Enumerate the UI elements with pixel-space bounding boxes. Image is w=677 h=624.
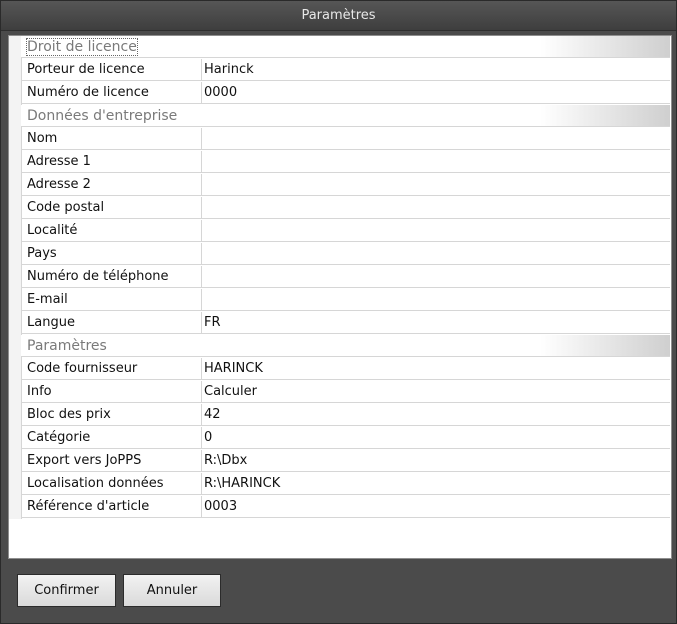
column-divider xyxy=(201,243,202,265)
column-divider xyxy=(201,197,202,219)
column-divider xyxy=(201,358,202,380)
property-value[interactable]: 0 xyxy=(204,430,212,445)
property-row-language[interactable]: Langue FR xyxy=(21,312,670,334)
column-divider xyxy=(201,289,202,311)
section-header-license[interactable]: Droit de licence xyxy=(21,36,670,58)
property-label: Localité xyxy=(27,223,78,238)
column-divider xyxy=(201,59,202,81)
property-row-address1[interactable]: Adresse 1 xyxy=(21,151,670,173)
property-label: Porteur de licence xyxy=(27,62,145,77)
property-row-license-holder[interactable]: Porteur de licence Harinck xyxy=(21,59,670,81)
cancel-button[interactable]: Annuler xyxy=(123,574,221,607)
property-label: Localisation données xyxy=(27,476,164,491)
confirm-button[interactable]: Confirmer xyxy=(17,574,116,607)
property-row-export-jopps[interactable]: Export vers JoPPS R:\Dbx xyxy=(21,450,670,472)
section-header-settings[interactable]: Paramètres xyxy=(21,335,670,357)
property-row-article-reference[interactable]: Référence d'article 0003 xyxy=(21,496,670,518)
property-value[interactable]: R:\Dbx xyxy=(204,453,247,468)
property-value[interactable]: 0000 xyxy=(204,85,237,100)
property-label: Info xyxy=(27,384,52,399)
property-row-license-number[interactable]: Numéro de licence 0000 xyxy=(21,82,670,104)
column-divider xyxy=(201,266,202,288)
column-divider xyxy=(201,82,202,104)
property-row-supplier-code[interactable]: Code fournisseur HARINCK xyxy=(21,358,670,380)
column-divider xyxy=(201,450,202,472)
property-row-phone[interactable]: Numéro de téléphone xyxy=(21,266,670,288)
property-label: Numéro de licence xyxy=(27,85,149,100)
property-label: Nom xyxy=(27,131,58,146)
property-row-price-block[interactable]: Bloc des prix 42 xyxy=(21,404,670,426)
property-label: Numéro de téléphone xyxy=(27,269,169,284)
column-divider xyxy=(201,128,202,150)
property-label: Référence d'article xyxy=(27,499,150,514)
property-row-locality[interactable]: Localité xyxy=(21,220,670,242)
property-label: Bloc des prix xyxy=(27,407,111,422)
property-value[interactable]: HARINCK xyxy=(204,361,263,376)
column-divider xyxy=(201,496,202,518)
section-title: Données d'entreprise xyxy=(27,108,178,124)
property-label: Adresse 1 xyxy=(27,154,91,169)
property-value[interactable]: 42 xyxy=(204,407,221,422)
property-row-address2[interactable]: Adresse 2 xyxy=(21,174,670,196)
settings-dialog: Paramètres Droit de licence Porteur de l… xyxy=(0,0,677,624)
column-divider xyxy=(201,174,202,196)
property-row-category[interactable]: Catégorie 0 xyxy=(21,427,670,449)
section-title: Paramètres xyxy=(27,338,107,354)
property-label: Catégorie xyxy=(27,430,91,445)
property-row-postal-code[interactable]: Code postal xyxy=(21,197,670,219)
property-value[interactable]: Harinck xyxy=(204,62,254,77)
property-label: Code postal xyxy=(27,200,105,215)
column-divider xyxy=(201,220,202,242)
property-row-email[interactable]: E-mail xyxy=(21,289,670,311)
property-label: E-mail xyxy=(27,292,68,307)
property-row-name[interactable]: Nom xyxy=(21,128,670,150)
title-bar[interactable]: Paramètres xyxy=(1,1,676,31)
column-divider xyxy=(201,427,202,449)
column-divider xyxy=(201,151,202,173)
property-value[interactable]: Calculer xyxy=(204,384,257,399)
property-label: Pays xyxy=(27,246,57,261)
column-divider xyxy=(201,404,202,426)
property-label: Adresse 2 xyxy=(27,177,91,192)
property-label: Code fournisseur xyxy=(27,361,138,376)
property-grid: Droit de licence Porteur de licence Hari… xyxy=(8,35,672,559)
column-divider xyxy=(201,381,202,403)
property-row-country[interactable]: Pays xyxy=(21,243,670,265)
property-label: Export vers JoPPS xyxy=(27,453,142,468)
property-value[interactable]: 0003 xyxy=(204,499,237,514)
property-row-info[interactable]: Info Calculer xyxy=(21,381,670,403)
column-divider xyxy=(201,473,202,495)
property-row-data-location[interactable]: Localisation données R:\HARINCK xyxy=(21,473,670,495)
window-title: Paramètres xyxy=(301,8,376,23)
property-value[interactable]: FR xyxy=(204,315,221,330)
property-value[interactable]: R:\HARINCK xyxy=(204,476,280,491)
section-title: Droit de licence xyxy=(26,38,138,56)
column-divider xyxy=(201,312,202,334)
section-header-company[interactable]: Données d'entreprise xyxy=(21,105,670,127)
property-label: Langue xyxy=(27,315,75,330)
